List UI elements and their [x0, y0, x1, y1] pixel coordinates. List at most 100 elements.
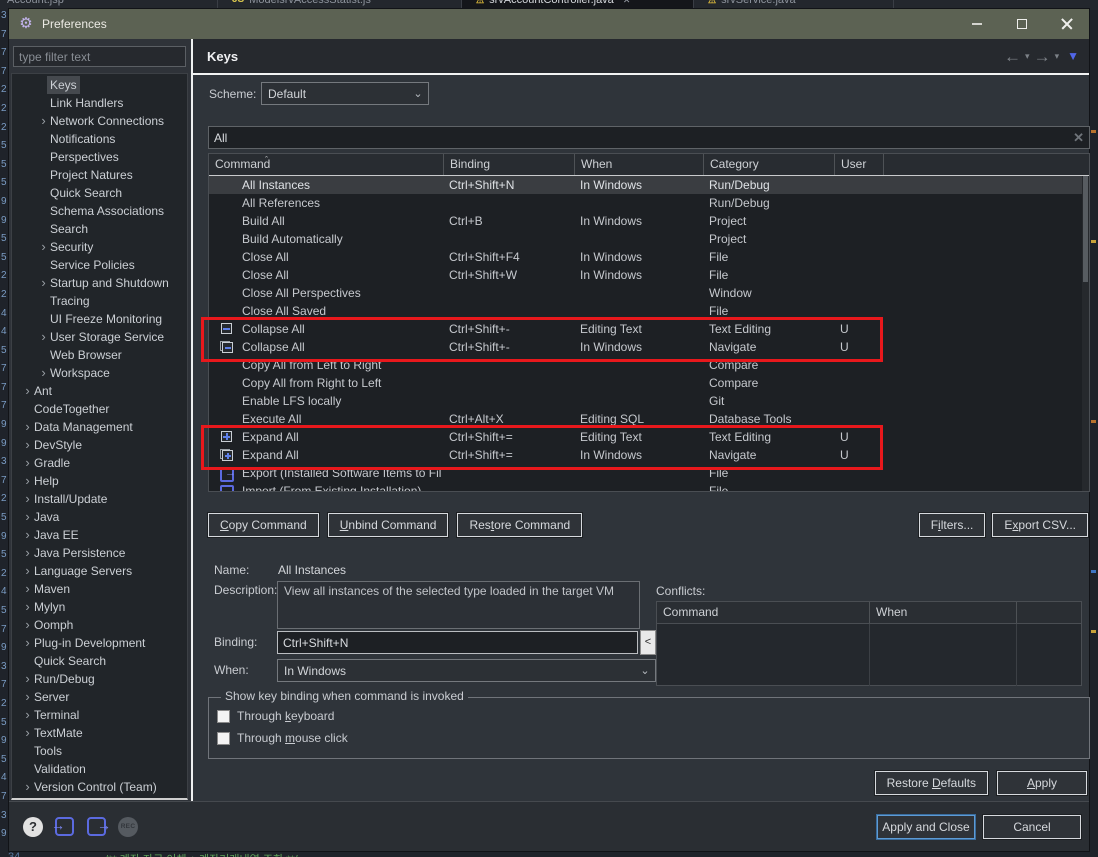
- tree-item[interactable]: Version Control (Team): [12, 778, 187, 796]
- column-category[interactable]: Category: [704, 154, 835, 175]
- expand-chevron-icon[interactable]: [21, 598, 34, 616]
- expand-chevron-icon[interactable]: [21, 508, 34, 526]
- through-keyboard-option[interactable]: Through keyboard: [217, 709, 334, 723]
- tree-item[interactable]: Java Persistence: [12, 544, 187, 562]
- checkbox-unchecked-icon[interactable]: [217, 709, 230, 723]
- expand-chevron-icon[interactable]: [21, 544, 34, 562]
- tree-item[interactable]: Web Browser: [12, 346, 187, 364]
- tree-item[interactable]: Tracing: [12, 292, 187, 310]
- back-dropdown-icon[interactable]: ▾: [1025, 51, 1030, 62]
- tree-item[interactable]: Search: [12, 220, 187, 238]
- clear-filter-icon[interactable]: ✕: [1073, 130, 1084, 146]
- tree-item[interactable]: Validation: [12, 760, 187, 778]
- tree-item[interactable]: Server: [12, 688, 187, 706]
- expand-chevron-icon[interactable]: [21, 562, 34, 580]
- expand-chevron-icon[interactable]: [37, 148, 50, 166]
- expand-chevron-icon[interactable]: [21, 778, 34, 796]
- binding-row[interactable]: Copy All from Left to Right Compare: [209, 356, 1089, 374]
- expand-chevron-icon[interactable]: [37, 256, 50, 274]
- tree-item[interactable]: Java EE: [12, 526, 187, 544]
- tree-item[interactable]: DevStyle: [12, 436, 187, 454]
- binding-input[interactable]: [277, 631, 638, 654]
- expand-chevron-icon[interactable]: [37, 112, 50, 130]
- tree-item[interactable]: Ant: [12, 382, 187, 400]
- table-header[interactable]: Command ˆ Binding When Category User: [209, 154, 1089, 176]
- expand-chevron-icon[interactable]: [21, 706, 34, 724]
- tree-item[interactable]: Java: [12, 508, 187, 526]
- expand-chevron-icon[interactable]: [21, 490, 34, 508]
- tree-item[interactable]: Security: [12, 238, 187, 256]
- help-icon[interactable]: ?: [23, 816, 43, 837]
- minimize-button[interactable]: [954, 9, 999, 39]
- tree-item[interactable]: Tools: [12, 742, 187, 760]
- expand-chevron-icon[interactable]: [21, 742, 34, 760]
- restore-command-button[interactable]: Restore Command: [457, 513, 583, 537]
- expand-chevron-icon[interactable]: [37, 220, 50, 238]
- expand-chevron-icon[interactable]: [21, 472, 34, 490]
- binding-row[interactable]: Expand All Ctrl+Shift+= Editing Text Tex…: [209, 428, 1089, 446]
- binding-row[interactable]: Build Automatically Project: [209, 230, 1089, 248]
- tree-item[interactable]: Link Handlers: [12, 94, 187, 112]
- back-arrow-icon[interactable]: ←: [1004, 48, 1021, 65]
- tree-item[interactable]: Project Natures: [12, 166, 187, 184]
- binding-row[interactable]: Close All Ctrl+Shift+W In Windows File: [209, 266, 1089, 284]
- expand-chevron-icon[interactable]: [21, 526, 34, 544]
- tree-item[interactable]: Startup and Shutdown: [12, 274, 187, 292]
- binding-row[interactable]: Close All Ctrl+Shift+F4 In Windows File: [209, 248, 1089, 266]
- tree-item[interactable]: Terminal: [12, 706, 187, 724]
- apply-button[interactable]: Apply: [997, 771, 1087, 795]
- scheme-select[interactable]: Default ⌄: [261, 82, 429, 105]
- filters-button[interactable]: Filters...: [918, 513, 986, 537]
- expand-chevron-icon[interactable]: [21, 724, 34, 742]
- binding-row[interactable]: Close All Saved File: [209, 302, 1089, 320]
- restore-defaults-button[interactable]: Restore Defaults: [874, 771, 988, 795]
- expand-chevron-icon[interactable]: [21, 652, 34, 670]
- expand-chevron-icon[interactable]: [37, 346, 50, 364]
- tree-item[interactable]: Oomph: [12, 616, 187, 634]
- expand-chevron-icon[interactable]: [21, 418, 34, 436]
- unbind-command-button[interactable]: Unbind Command: [327, 513, 449, 537]
- tree-item[interactable]: Maven: [12, 580, 187, 598]
- tree-item[interactable]: Workspace: [12, 364, 187, 382]
- expand-chevron-icon[interactable]: [21, 634, 34, 652]
- tree-item[interactable]: Notifications: [12, 130, 187, 148]
- tree-item[interactable]: Schema Associations: [12, 202, 187, 220]
- tree-item[interactable]: Mylyn: [12, 598, 187, 616]
- expand-chevron-icon[interactable]: [21, 400, 34, 418]
- copy-command-button[interactable]: Copy Command: [208, 513, 319, 537]
- expand-chevron-icon[interactable]: [37, 94, 50, 112]
- expand-chevron-icon[interactable]: [37, 166, 50, 184]
- expand-chevron-icon[interactable]: [21, 580, 34, 598]
- tree-item[interactable]: Service Policies: [12, 256, 187, 274]
- tree-item[interactable]: Perspectives: [12, 148, 187, 166]
- import-preferences-icon[interactable]: [51, 816, 75, 837]
- tree-item[interactable]: Plug-in Development: [12, 634, 187, 652]
- when-select[interactable]: In Windows ⌄: [277, 659, 656, 682]
- maximize-button[interactable]: [999, 9, 1044, 39]
- expand-chevron-icon[interactable]: [37, 202, 50, 220]
- binding-row[interactable]: Enable LFS locally Git: [209, 392, 1089, 410]
- expand-chevron-icon[interactable]: [37, 130, 50, 148]
- column-when[interactable]: When: [575, 154, 704, 175]
- expand-chevron-icon[interactable]: [21, 670, 34, 688]
- binding-row[interactable]: Expand All Ctrl+Shift+= In Windows Navig…: [209, 446, 1089, 464]
- view-menu-icon[interactable]: ▼: [1067, 49, 1079, 63]
- expand-chevron-icon[interactable]: [21, 454, 34, 472]
- binding-filter-input[interactable]: [209, 127, 1089, 148]
- tree-item[interactable]: Quick Search: [12, 652, 187, 670]
- tree-item[interactable]: CodeTogether: [12, 400, 187, 418]
- binding-row[interactable]: All Instances Ctrl+Shift+N In Windows Ru…: [209, 176, 1089, 194]
- expand-chevron-icon[interactable]: [21, 436, 34, 454]
- expand-chevron-icon[interactable]: [37, 274, 50, 292]
- export-preferences-icon[interactable]: [86, 816, 111, 837]
- binding-row[interactable]: All References Run/Debug: [209, 194, 1089, 212]
- binding-row[interactable]: Execute All Ctrl+Alt+X Editing SQL Datab…: [209, 410, 1089, 428]
- binding-row[interactable]: Collapse All Ctrl+Shift+- Editing Text T…: [209, 320, 1089, 338]
- dialog-titlebar[interactable]: ⚙ Preferences: [9, 9, 1089, 39]
- tree-item[interactable]: Data Management: [12, 418, 187, 436]
- binding-row[interactable]: Close All Perspectives Window: [209, 284, 1089, 302]
- tree-item[interactable]: Network Connections: [12, 112, 187, 130]
- binding-row[interactable]: Export (Installed Software Items to Fil …: [209, 464, 1089, 482]
- tree-item[interactable]: Gradle: [12, 454, 187, 472]
- tree-item[interactable]: Install/Update: [12, 490, 187, 508]
